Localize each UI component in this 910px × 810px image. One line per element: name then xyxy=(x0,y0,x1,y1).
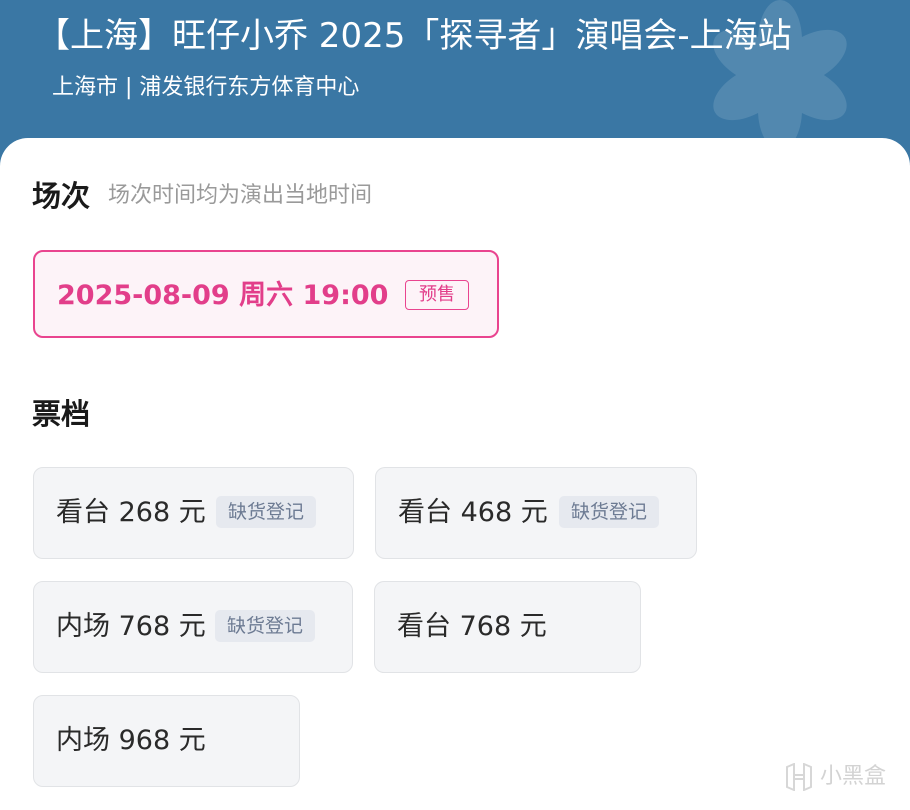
presale-badge: 预售 xyxy=(405,280,469,310)
ticket-label: 内场 768 元 xyxy=(56,611,206,642)
heybox-logo-icon xyxy=(785,763,812,791)
ticket-option-stand-468[interactable]: 看台 468 元 缺货登记 xyxy=(375,467,697,559)
ticket-label: 看台 268 元 xyxy=(56,497,206,528)
out-of-stock-register-badge: 缺货登记 xyxy=(559,496,660,528)
watermark: 小黑盒 xyxy=(784,762,886,792)
session-section-hint: 场次时间均为演出当地时间 xyxy=(108,183,373,208)
watermark-text: 小黑盒 xyxy=(819,764,886,789)
event-title: 【上海】旺仔小乔 2025「探寻者」演唱会-上海站 xyxy=(36,16,792,56)
ticket-option-floor-968[interactable]: 内场 968 元 xyxy=(33,695,300,787)
ticket-label: 看台 468 元 xyxy=(398,497,548,528)
ticket-label: 看台 768 元 xyxy=(397,611,547,642)
session-datetime: 2025-08-09 周六 19:00 xyxy=(57,280,389,311)
session-option[interactable]: 2025-08-09 周六 19:00 预售 xyxy=(33,250,499,338)
ticket-option-stand-768[interactable]: 看台 768 元 xyxy=(374,581,641,673)
ticket-option-stand-268[interactable]: 看台 268 元 缺货登记 xyxy=(33,467,354,559)
page: 【上海】旺仔小乔 2025「探寻者」演唱会-上海站 上海市 | 浦发银行东方体育… xyxy=(0,0,910,810)
ticket-label: 内场 968 元 xyxy=(56,725,206,756)
out-of-stock-register-badge: 缺货登记 xyxy=(215,610,316,642)
ticket-option-floor-768[interactable]: 内场 768 元 缺货登记 xyxy=(33,581,353,673)
ticket-section-title: 票档 xyxy=(32,397,91,431)
out-of-stock-register-badge: 缺货登记 xyxy=(216,496,317,528)
event-venue: 上海市 | 浦发银行东方体育中心 xyxy=(52,75,360,100)
session-section-title: 场次 xyxy=(32,179,91,213)
